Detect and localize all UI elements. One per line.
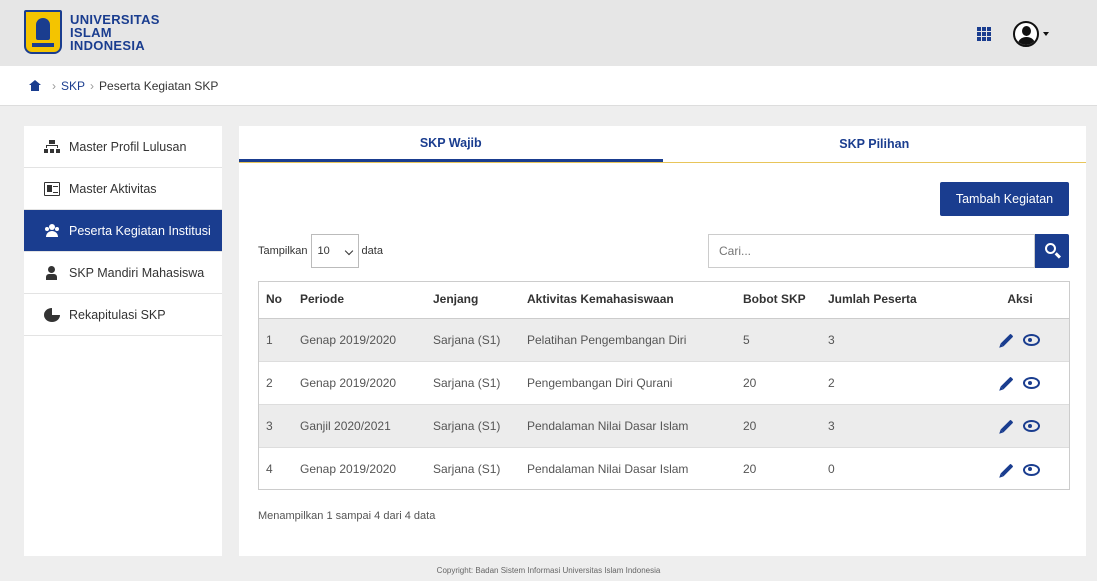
eye-icon[interactable] — [1023, 334, 1040, 347]
sidebar-item-label: Rekapitulasi SKP — [69, 307, 166, 322]
search-icon — [1045, 243, 1056, 254]
footer-copyright: Copyright: Badan Sistem Informasi Univer… — [436, 566, 661, 575]
top-bar: UNIVERSITAS ISLAM INDONESIA — [0, 0, 1097, 66]
cell-no: 4 — [258, 446, 292, 490]
length-suffix-label: data — [361, 245, 383, 257]
cell-aksi — [970, 403, 1070, 447]
id-card-icon — [44, 181, 60, 196]
eye-icon[interactable] — [1023, 377, 1040, 390]
cell-jenjang: Sarjana (S1) — [425, 317, 519, 361]
column-header-aksi: Aksi — [970, 281, 1070, 319]
cell-aktivitas: Pengembangan Diri Qurani — [519, 360, 735, 404]
pencil-icon[interactable] — [1000, 463, 1014, 476]
table-row: 4 Genap 2019/2020 Sarjana (S1) Pendalama… — [258, 446, 1070, 490]
table-row: 3 Ganjil 2020/2021 Sarjana (S1) Pendalam… — [258, 403, 1070, 447]
cell-no: 1 — [258, 317, 292, 361]
eye-icon[interactable] — [1023, 463, 1040, 476]
logo-line-2: ISLAM — [70, 24, 112, 40]
page-length-select[interactable]: 10 — [310, 234, 359, 268]
column-header-aktivitas[interactable]: Aktivitas Kemahasiswaan — [519, 281, 735, 319]
cell-periode: Genap 2019/2020 — [292, 317, 425, 361]
cell-periode: Genap 2019/2020 — [292, 446, 425, 490]
cell-jenjang: Sarjana (S1) — [425, 403, 519, 447]
column-header-no[interactable]: No — [258, 281, 292, 319]
cell-periode: Genap 2019/2020 — [292, 360, 425, 404]
sidebar-item-label: Master Aktivitas — [69, 181, 157, 196]
cell-jumlah-peserta: 2 — [820, 360, 970, 404]
cell-aksi — [970, 360, 1070, 404]
pie-chart-icon — [44, 307, 60, 322]
sitemap-icon — [44, 139, 60, 154]
table-header-row: No Periode Jenjang Aktivitas Kemahasiswa… — [258, 281, 1070, 319]
cell-no: 2 — [258, 360, 292, 404]
column-header-bobot-skp[interactable]: Bobot SKP — [735, 281, 820, 319]
sidebar-item-rekapitulasi-skp[interactable]: Rekapitulasi SKP — [24, 294, 222, 336]
sidebar-item-master-aktivitas[interactable]: Master Aktivitas — [24, 168, 222, 210]
page-length-control: Tampilkan 10 data — [258, 234, 383, 268]
cell-periode: Ganjil 2020/2021 — [292, 403, 425, 447]
breadcrumb: › SKP › Peserta Kegiatan SKP — [0, 66, 1097, 106]
column-header-jenjang[interactable]: Jenjang — [425, 281, 519, 319]
cell-bobot-skp: 20 — [735, 360, 820, 404]
university-emblem-icon — [24, 10, 62, 54]
pencil-icon[interactable] — [1000, 333, 1014, 347]
column-header-periode[interactable]: Periode — [292, 281, 425, 319]
length-prefix-label: Tampilkan — [258, 245, 308, 257]
breadcrumb-item-current: Peserta Kegiatan SKP — [99, 78, 219, 93]
breadcrumb-separator: › — [90, 78, 95, 93]
search-button[interactable] — [1035, 234, 1069, 268]
sidebar-item-label: SKP Mandiri Mahasiswa — [69, 265, 205, 280]
cell-jumlah-peserta: 3 — [820, 317, 970, 361]
cell-jumlah-peserta: 3 — [820, 403, 970, 447]
pencil-icon[interactable] — [1000, 419, 1014, 433]
logo-line-3: INDONESIA — [70, 37, 145, 53]
logo-line-1: UNIVERSITAS — [70, 11, 160, 27]
breadcrumb-separator: › — [52, 78, 56, 93]
logo-text: UNIVERSITAS ISLAM INDONESIA — [70, 13, 160, 52]
activity-table: No Periode Jenjang Aktivitas Kemahasiswa… — [258, 281, 1070, 490]
table-row: 1 Genap 2019/2020 Sarjana (S1) Pelatihan… — [258, 317, 1070, 361]
sidebar-item-master-profil-lulusan[interactable]: Master Profil Lulusan — [24, 126, 222, 168]
sidebar-item-label: Peserta Kegiatan Institusi — [69, 223, 211, 238]
cell-bobot-skp: 5 — [735, 317, 820, 361]
page-length-value: 10 — [317, 245, 330, 257]
grid-icon[interactable] — [977, 27, 991, 41]
breadcrumb-item-skp[interactable]: SKP — [61, 79, 85, 93]
cell-no: 3 — [258, 403, 292, 447]
users-icon — [44, 223, 60, 238]
sidebar-item-peserta-kegiatan-institusi[interactable]: Peserta Kegiatan Institusi — [24, 210, 222, 252]
cell-aksi — [970, 446, 1070, 490]
chevron-down-icon — [344, 246, 353, 256]
cell-bobot-skp: 20 — [735, 403, 820, 447]
main-panel: SKP Wajib SKP Pilihan Tambah Kegiatan Ta… — [239, 126, 1086, 556]
sidebar-item-skp-mandiri-mahasiswa[interactable]: SKP Mandiri Mahasiswa — [24, 252, 222, 294]
home-icon[interactable] — [29, 80, 41, 91]
cell-jumlah-peserta: 0 — [820, 446, 970, 490]
cell-bobot-skp: 20 — [735, 446, 820, 490]
tab-bar: SKP Wajib SKP Pilihan — [239, 126, 1086, 163]
cell-aksi — [970, 317, 1070, 361]
sidebar: Master Profil Lulusan Master Aktivitas P… — [24, 126, 222, 556]
cell-aktivitas: Pendalaman Nilai Dasar Islam — [519, 403, 735, 447]
cell-aktivitas: Pendalaman Nilai Dasar Islam — [519, 446, 735, 490]
table-row: 2 Genap 2019/2020 Sarjana (S1) Pengemban… — [258, 360, 1070, 404]
pencil-icon[interactable] — [1000, 376, 1014, 390]
tab-skp-pilihan[interactable]: SKP Pilihan — [663, 126, 1087, 162]
cell-jenjang: Sarjana (S1) — [425, 446, 519, 490]
search-input[interactable] — [708, 234, 1035, 268]
eye-icon[interactable] — [1023, 420, 1040, 433]
cell-jenjang: Sarjana (S1) — [425, 360, 519, 404]
sidebar-item-label: Master Profil Lulusan — [69, 139, 187, 154]
caret-down-icon[interactable] — [1043, 32, 1049, 36]
user-icon — [44, 265, 60, 280]
table-info: Menampilkan 1 sampai 4 dari 4 data — [258, 510, 436, 522]
column-header-jumlah-peserta[interactable]: Jumlah Peserta — [820, 281, 970, 319]
tab-skp-wajib[interactable]: SKP Wajib — [239, 126, 663, 162]
university-logo[interactable]: UNIVERSITAS ISLAM INDONESIA — [24, 8, 189, 56]
user-circle-icon[interactable] — [1013, 21, 1039, 47]
add-activity-button[interactable]: Tambah Kegiatan — [940, 182, 1069, 216]
cell-aktivitas: Pelatihan Pengembangan Diri — [519, 317, 735, 361]
